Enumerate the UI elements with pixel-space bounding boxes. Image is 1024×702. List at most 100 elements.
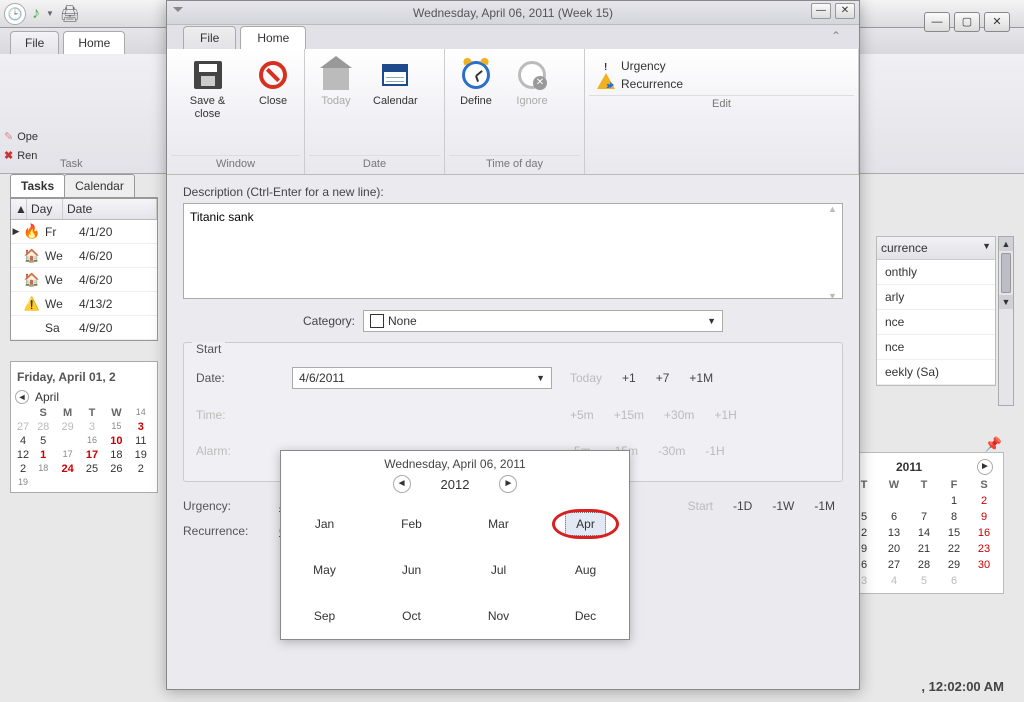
ignore-button[interactable]: ✕ Ignore [505,55,559,155]
category-dropdown[interactable]: None ▼ [363,310,723,332]
month-cell-jun[interactable]: Jun [368,547,455,593]
cal-day[interactable]: 15 [939,525,969,541]
prev-month-icon[interactable]: ◄ [15,390,29,404]
dialog-tab-file[interactable]: File [183,26,236,49]
cal-day[interactable]: 8 [939,509,969,525]
calendar-button[interactable]: Calendar [365,55,426,155]
cal-day[interactable]: 19 [129,448,153,462]
cal-day[interactable]: 22 [939,541,969,557]
col-day[interactable]: Day [27,199,63,219]
cal-day[interactable]: 1 [939,493,969,509]
cal-day[interactable]: 1 [31,448,55,462]
scroll-thumb[interactable] [1001,253,1011,293]
year-prev-button[interactable]: ◄ [393,475,411,493]
cal-day[interactable]: 2 [15,462,31,476]
maximize-button[interactable]: ▢ [954,12,980,32]
tab-calendar[interactable]: Calendar [64,174,135,197]
textarea-scroll[interactable]: ▲▼ [828,204,842,301]
cal-day[interactable]: 6 [939,573,969,589]
minimize-button[interactable]: — [924,12,950,32]
chevron-down-icon[interactable]: ▼ [982,241,991,251]
alarm-m1h-button[interactable]: -1H [697,441,732,461]
cal-day[interactable] [55,476,79,488]
recurrence-item[interactable]: eekly (Sa) [877,360,995,385]
cal-day[interactable]: 20 [879,541,909,557]
date-plus1-button[interactable]: +1 [614,368,644,388]
scroll-down-icon[interactable]: ▼ [999,295,1013,309]
month-cell-feb[interactable]: Feb [368,501,455,547]
close-button[interactable]: Close [246,55,300,155]
quick-dropdown-icon[interactable]: ▼ [46,9,54,18]
cal-day[interactable]: 6 [879,509,909,525]
cal-day[interactable]: 7 [909,509,939,525]
month-cell-nov[interactable]: Nov [455,593,542,639]
task-row[interactable]: 🏠We4/6/20 [11,244,157,268]
cal-day[interactable]: 12 [15,448,31,462]
ribbon-collapse-icon[interactable]: ⌃ [831,29,849,43]
month-cell-mar[interactable]: Mar [455,501,542,547]
cal-day[interactable]: 28 [909,557,939,573]
define-button[interactable]: Define [449,55,503,155]
date-input[interactable]: 4/6/2011 ▼ [292,367,552,389]
cal-day[interactable] [969,573,999,589]
cal-day[interactable]: 10 [104,434,128,448]
date-plus1m-button[interactable]: +1M [681,368,721,388]
cal-day[interactable]: 14 [909,525,939,541]
cal-day[interactable]: 5 [909,573,939,589]
date-today-button[interactable]: Today [562,368,610,388]
cal-day[interactable]: 11 [129,434,153,448]
cal-day[interactable]: 3 [129,420,153,434]
month-cell-jul[interactable]: Jul [455,547,542,593]
right-cal-next-icon[interactable]: ► [977,459,993,475]
cal-day[interactable] [80,476,104,488]
month-cell-apr[interactable]: Apr [542,501,629,547]
sort-arrow-icon[interactable]: ▲ [11,199,27,219]
time-p1h-button[interactable]: +1H [706,405,744,425]
cal-day[interactable] [55,434,79,448]
cal-day[interactable]: 23 [969,541,999,557]
cal-day[interactable] [879,493,909,509]
year-next-button[interactable]: ► [499,475,517,493]
dialog-close-button[interactable]: ✕ [835,3,855,19]
titlebar-menu-icon[interactable] [173,7,183,12]
clock-quick-icon[interactable]: 🕒 [4,3,26,25]
panel-scrollbar[interactable]: ▲ ▼ [998,236,1014,406]
bg-tab-home[interactable]: Home [63,31,125,54]
cal-day[interactable]: 27 [879,557,909,573]
month-cell-may[interactable]: May [281,547,368,593]
month-cell-jan[interactable]: Jan [281,501,368,547]
cal-day[interactable]: 9 [969,509,999,525]
tab-tasks[interactable]: Tasks [10,174,65,197]
time-p30m-button[interactable]: +30m [656,405,702,425]
cal-day[interactable]: 21 [909,541,939,557]
urgency-menu[interactable]: Urgency [597,59,846,73]
cal-day[interactable]: 28 [31,420,55,434]
save-close-button[interactable]: Save & close [171,55,244,155]
today-button[interactable]: Today [309,55,363,155]
recurrence-item[interactable]: nce [877,310,995,335]
cal-day[interactable]: 13 [879,525,909,541]
minus1d-button[interactable]: -1D [725,496,760,516]
dialog-titlebar[interactable]: Wednesday, April 06, 2011 (Week 15) — ✕ [167,1,859,25]
task-row[interactable]: Sa4/9/20 [11,316,157,340]
cal-day[interactable] [909,493,939,509]
cal-day[interactable]: 30 [969,557,999,573]
cal-day[interactable] [104,476,128,488]
recurrence-item[interactable]: nce [877,335,995,360]
month-cell-dec[interactable]: Dec [542,593,629,639]
cal-day[interactable]: 29 [55,420,79,434]
recurrence-menu[interactable]: Recurrence [597,77,846,91]
close-window-button[interactable]: ✕ [984,12,1010,32]
task-row[interactable]: ▶🔥Fr4/1/20 [11,220,157,244]
month-cell-sep[interactable]: Sep [281,593,368,639]
task-row[interactable]: 🏠We4/6/20 [11,268,157,292]
dialog-tab-home[interactable]: Home [240,26,306,49]
time-p15m-button[interactable]: +15m [606,405,652,425]
col-date[interactable]: Date [63,199,157,219]
cal-day[interactable]: 17 [80,448,104,462]
cal-day[interactable]: 29 [939,557,969,573]
cal-day[interactable]: 25 [80,462,104,476]
recurrence-item[interactable]: arly [877,285,995,310]
pin-icon[interactable]: 📌 [985,436,1002,453]
start-quick-button[interactable]: Start [680,496,721,516]
